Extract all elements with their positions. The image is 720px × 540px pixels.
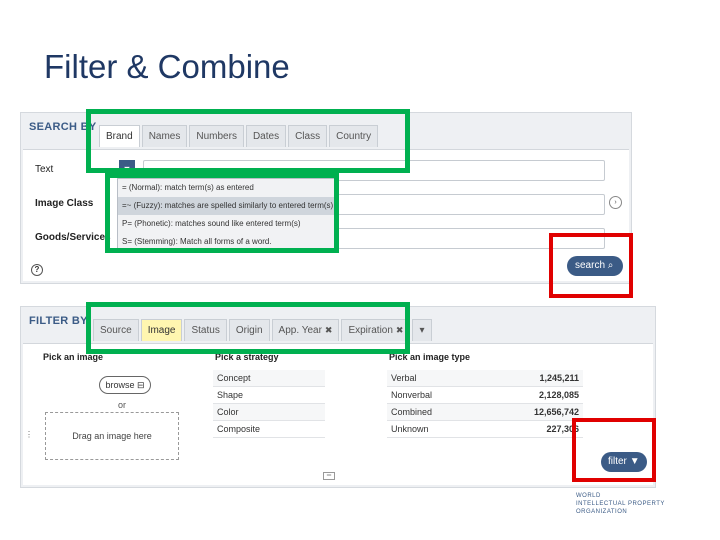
search-button-highlight-frame [549,233,633,298]
goods-services-label: Goods/Services [35,232,111,243]
type-unknown[interactable]: Unknown 227,306 [387,421,583,438]
browse-button[interactable]: browse ⊟ [99,376,151,394]
filter-button-highlight-frame [572,418,656,482]
image-class-label: Image Class [35,198,94,209]
type-label: Unknown [391,424,429,434]
slide-title: Filter & Combine [44,48,290,85]
type-count: 1,245,211 [539,373,579,383]
drag-handle-icon[interactable]: ⋮ [25,430,33,439]
type-nonverbal[interactable]: Nonverbal 2,128,085 [387,387,583,404]
image-type-list: Verbal 1,245,211 Nonverbal 2,128,085 Combi… [387,370,583,438]
browse-button-label: browse [105,380,135,390]
type-label: Nonverbal [391,390,433,400]
strategy-concept[interactable]: Concept [213,370,325,387]
type-count: 2,128,085 [538,390,579,400]
type-verbal[interactable]: Verbal 1,245,211 [387,370,583,387]
image-drop-zone[interactable]: Drag an image here [45,412,179,460]
type-label: Verbal [391,373,417,383]
filter-by-heading: FILTER BY [29,315,88,327]
or-text: or [118,400,127,410]
type-label: Combined [391,407,433,417]
help-icon[interactable]: ? [31,264,43,276]
filter-form: ⋮ Pick an image browse ⊟ or Drag an imag… [23,343,653,485]
wipo-logo: WORLD INTELLECTUAL PROPERTY ORGANIZATION [576,492,665,516]
logo-line: ORGANIZATION [576,509,628,515]
tabs-highlight-frame [86,109,410,173]
strategy-list: Concept Shape Color Composite [213,370,325,438]
upload-icon: ⊟ [136,380,145,390]
logo-line: WORLD [576,493,601,499]
type-combined[interactable]: Combined 12,656,742 [387,404,583,421]
logo-line: INTELLECTUAL PROPERTY [576,501,665,507]
chevron-right-icon[interactable]: › [609,196,622,209]
strategy-shape[interactable]: Shape [213,387,325,404]
strategy-color[interactable]: Color [213,404,325,421]
chevron-down-icon: ▾ [419,325,425,336]
resize-handle-icon[interactable]: ═ [323,472,335,480]
filter-tabs-highlight-frame [86,302,410,354]
more-tabs-dropdown[interactable]: ▾ [412,319,433,341]
text-label: Text [35,164,54,175]
strategy-composite[interactable]: Composite [213,421,325,438]
mode-menu-highlight-frame [105,173,339,253]
